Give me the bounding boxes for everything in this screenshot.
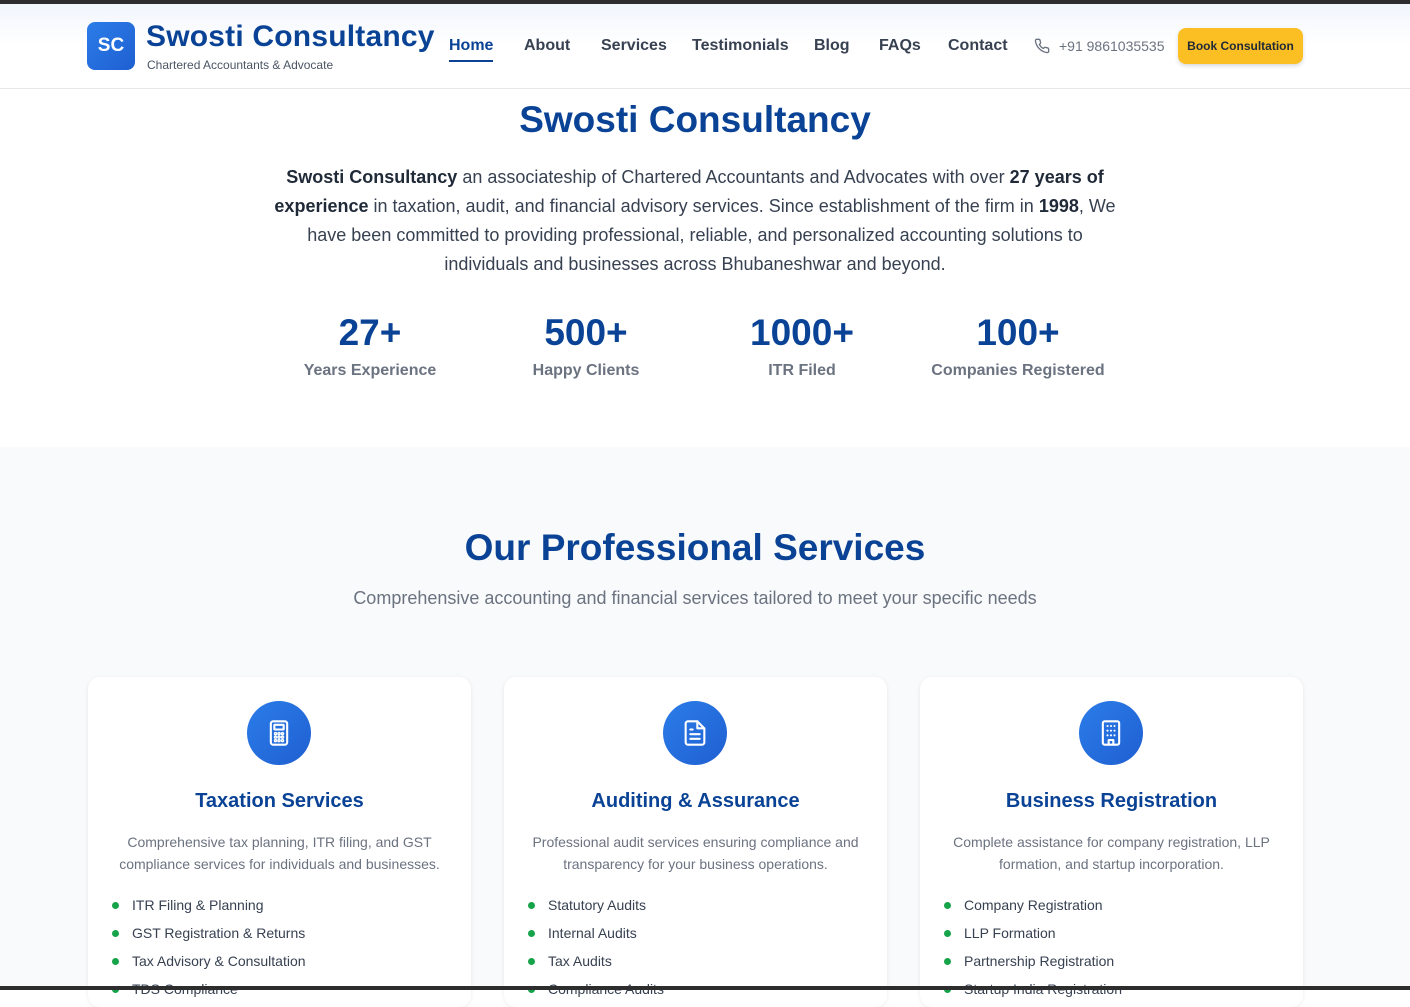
list-item: Tax Audits: [528, 947, 664, 975]
hero-title: Swosti Consultancy: [519, 99, 871, 140]
list-item: Tax Advisory & Consultation: [112, 947, 306, 975]
window-bottom-edge: [0, 986, 1410, 990]
stat-value: 100+: [976, 312, 1060, 353]
card-title: Business Registration: [1005, 790, 1218, 812]
active-nav-underline: [449, 60, 493, 62]
brand-subtitle: Chartered Accountants & Advocate: [147, 58, 334, 72]
service-card-auditing[interactable]: Auditing & Assurance Professional audit …: [504, 677, 887, 1007]
list-item-label: GST Registration & Returns: [132, 925, 306, 941]
nav-services[interactable]: Services: [601, 37, 667, 55]
stat-itr: 1000+ ITR Filed: [692, 312, 912, 380]
nav-home[interactable]: Home: [449, 37, 493, 55]
stat-label: ITR Filed: [768, 362, 836, 379]
list-item-label: Company Registration: [964, 897, 1103, 913]
services-subtitle: Comprehensive accounting and financial s…: [353, 588, 1037, 608]
phone-link[interactable]: +91 9861035535: [1059, 38, 1165, 54]
intro-text-1: an associateship of Chartered Accountant…: [457, 167, 1010, 187]
list-item-label: Tax Advisory & Consultation: [132, 953, 306, 969]
list-item-label: Statutory Audits: [548, 897, 647, 913]
bullet-icon: [944, 929, 951, 937]
book-consultation-button[interactable]: Book Consultation: [1178, 28, 1303, 64]
stat-clients: 500+ Happy Clients: [476, 312, 696, 380]
logo-badge[interactable]: SC: [87, 22, 135, 70]
bullet-icon: [528, 901, 535, 909]
bullet-icon: [112, 929, 119, 937]
list-item: Partnership Registration: [944, 947, 1122, 975]
bullet-icon: [528, 929, 535, 937]
building-icon: [1079, 701, 1143, 765]
nav-contact[interactable]: Contact: [948, 37, 1008, 55]
list-item: Internal Audits: [528, 919, 664, 947]
card-description: Professional audit services ensuring com…: [532, 834, 859, 872]
stat-value: 500+: [544, 312, 628, 353]
card-description: Complete assistance for company registra…: [953, 834, 1270, 872]
services-section: Our Professional Services Comprehensive …: [0, 447, 1410, 1007]
intro-text-2: in taxation, audit, and financial adviso…: [368, 196, 1039, 216]
intro-year: 1998: [1038, 196, 1079, 216]
list-item: Statutory Audits: [528, 891, 664, 919]
bullet-icon: [528, 957, 535, 965]
list-item: Company Registration: [944, 891, 1122, 919]
stat-label: Happy Clients: [532, 362, 640, 379]
list-item-label: LLP Formation: [964, 925, 1056, 941]
nav-about[interactable]: About: [524, 37, 570, 55]
card-title: Taxation Services: [195, 790, 364, 812]
bullet-icon: [112, 901, 119, 909]
nav-faqs[interactable]: FAQs: [879, 37, 921, 55]
nav-testimonials[interactable]: Testimonials: [692, 37, 789, 55]
list-item-label: Partnership Registration: [964, 953, 1115, 969]
bullet-icon: [112, 957, 119, 965]
stat-label: Companies Registered: [931, 362, 1105, 379]
list-item: ITR Filing & Planning: [112, 891, 306, 919]
stat-label: Years Experience: [303, 362, 437, 379]
document-icon: [663, 701, 727, 765]
list-item: GST Registration & Returns: [112, 919, 306, 947]
calculator-icon: [247, 701, 311, 765]
bullet-icon: [944, 901, 951, 909]
card-title: Auditing & Assurance: [591, 790, 800, 812]
list-item-label: ITR Filing & Planning: [132, 897, 264, 913]
card-description: Comprehensive tax planning, ITR filing, …: [119, 834, 440, 872]
site-header: SC Swosti Consultancy Chartered Accounta…: [0, 4, 1410, 89]
brand-title[interactable]: Swosti Consultancy: [146, 20, 435, 54]
stat-value: 27+: [338, 312, 402, 353]
intro-firm-name: Swosti Consultancy: [286, 167, 458, 187]
services-title: Our Professional Services: [464, 527, 926, 568]
phone-icon: [1034, 38, 1050, 54]
list-item-label: Tax Audits: [548, 953, 612, 969]
bullet-icon: [944, 957, 951, 965]
list-item-label: Internal Audits: [548, 925, 637, 941]
stat-years: 27+ Years Experience: [260, 312, 480, 380]
stat-companies: 100+ Companies Registered: [908, 312, 1128, 380]
service-card-registration[interactable]: Business Registration Complete assistanc…: [920, 677, 1303, 1007]
hero-intro: Swosti Consultancy an associateship of C…: [270, 163, 1120, 279]
service-card-taxation[interactable]: Taxation Services Comprehensive tax plan…: [88, 677, 471, 1007]
stat-value: 1000+: [750, 312, 854, 353]
list-item: LLP Formation: [944, 919, 1122, 947]
nav-blog[interactable]: Blog: [814, 37, 850, 55]
